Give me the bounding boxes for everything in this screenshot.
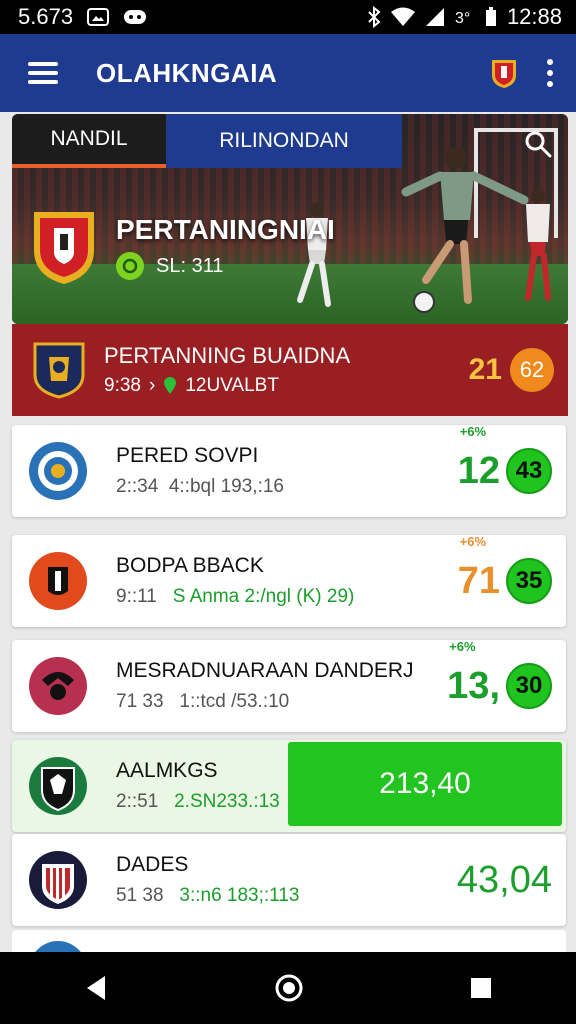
featured-match-detail: 12UVALBT xyxy=(185,375,279,396)
match-time: 71 33 xyxy=(116,691,164,712)
match-detail: 1::tcd /53.:10 xyxy=(179,691,290,712)
search-icon[interactable] xyxy=(524,130,552,158)
match-time: 9::11 xyxy=(116,586,157,607)
match-name: MESRADNUARAAN DANDERJ xyxy=(116,659,414,682)
match-card-partial[interactable] xyxy=(12,930,566,952)
status-bar: 5.673 3° 12:88 xyxy=(0,0,576,34)
featured-badge[interactable]: 62 xyxy=(510,348,554,392)
match-odds: +6% xyxy=(459,534,487,549)
match-odds: +6% xyxy=(459,424,487,439)
battery-icon xyxy=(485,7,496,26)
match-time: 2::34 xyxy=(116,476,159,497)
match-badge[interactable]: 35 xyxy=(506,558,552,604)
back-icon[interactable] xyxy=(83,974,109,1002)
match-card[interactable]: PERED SOVPI 2::34 4::bql 193,:16 +6% 12 … xyxy=(12,424,566,517)
match-detail: 3::n6 183;:113 xyxy=(179,885,300,906)
tab-rilinondan[interactable]: RILINONDAN xyxy=(166,114,402,168)
bluetooth-icon xyxy=(368,6,381,28)
team-logo-icon xyxy=(33,342,85,399)
hero-banner[interactable]: NANDIL RILINONDAN PERTANINGNIAI SL: 311 xyxy=(12,114,568,324)
match-name: PERED SOVPI xyxy=(116,444,259,467)
team-logo-icon xyxy=(29,851,87,909)
wifi-icon xyxy=(390,7,415,26)
match-card[interactable]: DADES 51 38 3::n6 183;:113 43,04 xyxy=(12,834,566,926)
match-name: DADES xyxy=(116,853,189,876)
hero-title: PERTANINGNIAI xyxy=(116,214,335,245)
image-notification-icon xyxy=(87,8,110,26)
data-indicator-icon: 3° xyxy=(455,10,470,27)
team-logo-icon xyxy=(29,442,87,500)
match-detail: 2.SN233.:13 xyxy=(174,791,280,812)
match-value: 13, xyxy=(447,664,500,707)
recents-icon[interactable] xyxy=(469,976,493,1000)
hero-subtitle-text: SL: 311 xyxy=(156,254,224,277)
team-logo-icon xyxy=(35,941,81,952)
featured-match[interactable]: PERTANNING BUAIDNA 9:38 › 12UVALBT 21 62 xyxy=(12,324,568,416)
selected-value-button[interactable]: 213,40 xyxy=(288,742,562,826)
match-name: BODPA BBACK xyxy=(116,554,264,577)
menu-icon[interactable] xyxy=(28,62,58,84)
featured-separator: › xyxy=(148,375,156,396)
app-bar: OLAHKNGAIA xyxy=(0,34,576,112)
club-crest-icon xyxy=(34,212,94,284)
match-time: 51 38 xyxy=(116,885,164,906)
team-logo-icon xyxy=(29,657,87,715)
match-name: AALMKGS xyxy=(116,759,218,782)
match-badge[interactable]: 30 xyxy=(506,663,552,709)
more-options-icon[interactable] xyxy=(546,59,554,87)
match-value: 71 xyxy=(457,559,500,602)
game-controller-icon xyxy=(124,10,147,24)
home-icon[interactable] xyxy=(274,973,304,1003)
match-detail: 4::bql 193,:16 xyxy=(168,476,284,497)
svg-text:3°: 3° xyxy=(455,10,470,27)
team-logo-icon xyxy=(29,552,87,610)
featured-match-name: PERTANNING BUAIDNA xyxy=(104,343,351,368)
status-text: 5.673 xyxy=(18,4,74,29)
tab-bar: NANDIL RILINONDAN xyxy=(12,114,402,168)
navigation-bar xyxy=(0,952,576,1024)
cell-signal-icon xyxy=(425,8,444,26)
featured-score: 21 xyxy=(468,353,502,386)
app-title: OLAHKNGAIA xyxy=(96,57,278,88)
match-card[interactable]: MESRADNUARAAN DANDERJ 71 33 1::tcd /53.:… xyxy=(12,639,566,732)
match-time: 2::51 xyxy=(116,791,159,812)
check-icon xyxy=(116,252,144,280)
team-crest-icon[interactable] xyxy=(490,57,518,89)
player-figure xyxy=(525,189,551,301)
match-card[interactable]: BODPA BBACK 9::11 S Anma 2:/ngl (K) 29) … xyxy=(12,534,566,627)
hero-subtitle: SL: 311 xyxy=(116,252,223,280)
match-value: 12 xyxy=(457,449,500,492)
match-detail: S Anma 2:/ngl (K) 29) xyxy=(172,586,355,607)
status-time: 12:88 xyxy=(506,4,562,29)
match-value: 43,04 xyxy=(456,858,552,901)
tab-nandil[interactable]: NANDIL xyxy=(12,114,166,168)
match-badge[interactable]: 43 xyxy=(506,448,552,494)
location-pin-icon xyxy=(164,377,177,394)
featured-match-time: 9:38 xyxy=(104,375,141,396)
team-logo-icon xyxy=(29,757,87,815)
match-odds: +6% xyxy=(449,639,476,654)
